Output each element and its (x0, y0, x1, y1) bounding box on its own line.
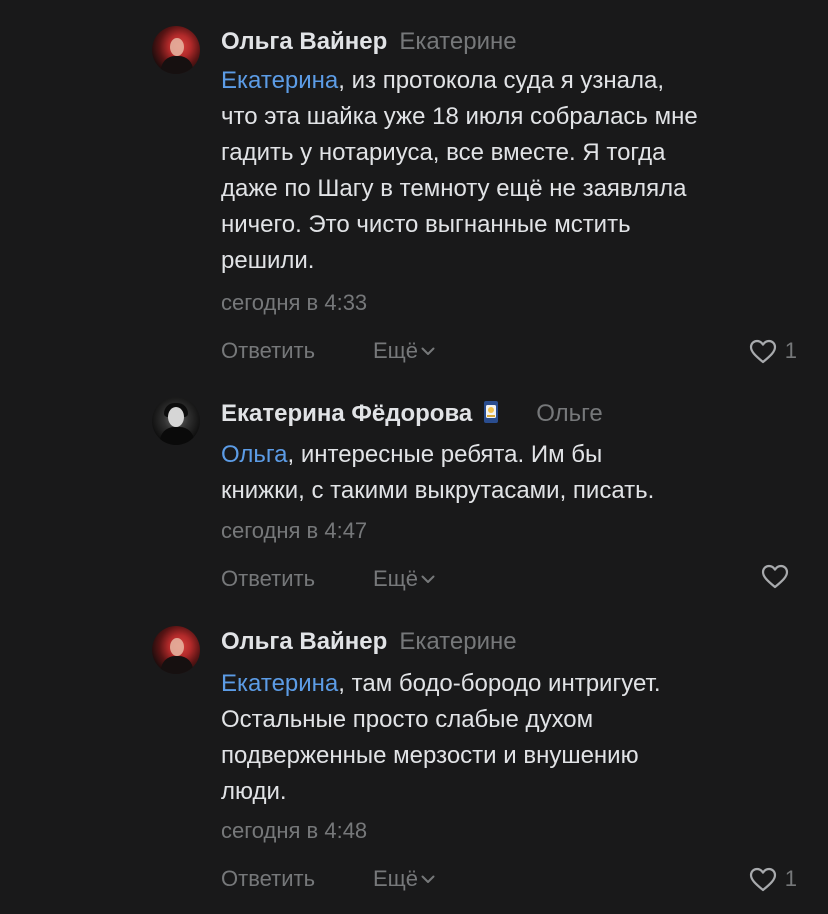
reply-button[interactable]: Ответить (221, 336, 315, 366)
like-button[interactable]: 1 (749, 336, 797, 366)
avatar[interactable] (152, 397, 200, 445)
cup-sticker-icon (484, 401, 499, 423)
like-button[interactable]: 1 (749, 864, 797, 894)
text-line: , интересные ребята. Им бы (287, 441, 603, 468)
more-label: Ещё (373, 866, 419, 891)
avatar[interactable] (152, 626, 200, 674)
comment-header: Ольга Вайнер Екатерине (221, 27, 517, 57)
text-line: гадить у нотариуса, все вместе. Я тогда (221, 139, 666, 166)
comment-header: Екатерина Фёдорова Ольге (221, 399, 603, 429)
comment-header: Ольга Вайнер Екатерине (221, 627, 517, 657)
more-label: Ещё (373, 338, 419, 363)
text-line: люди. (221, 778, 287, 805)
reply-to-name[interactable]: Екатерине (399, 628, 516, 655)
reply-button[interactable]: Ответить (221, 564, 315, 594)
text-line: что эта шайка уже 18 июля собралась мне (221, 103, 698, 130)
heart-icon (749, 867, 776, 891)
like-button[interactable] (761, 564, 797, 589)
text-line: решили. (221, 247, 315, 274)
comment-date: сегодня в 4:33 (221, 290, 368, 315)
reply-button[interactable]: Ответить (221, 864, 315, 894)
text-line: даже по Шагу в темноту ещё не заявляла (221, 175, 687, 202)
mention-link[interactable]: Екатерина (221, 67, 338, 94)
comment-text: Ольга, интересные ребята. Им бы книжки, с… (221, 437, 811, 509)
like-count: 1 (784, 866, 797, 891)
comment-date: сегодня в 4:48 (221, 818, 368, 843)
author-name[interactable]: Ольга Вайнер (221, 628, 387, 655)
reply-to-name[interactable]: Екатерине (399, 28, 516, 55)
more-label: Ещё (373, 566, 419, 591)
mention-link[interactable]: Екатерина (221, 670, 338, 697)
text-line: подверженные мерзости и внушению (221, 742, 639, 769)
like-count: 1 (784, 338, 797, 363)
more-button[interactable]: Ещё (373, 864, 435, 894)
heart-icon (749, 339, 776, 363)
comment-actions: Ответить Ещё 1 (221, 864, 797, 894)
chevron-down-icon (421, 575, 435, 583)
more-button[interactable]: Ещё (373, 564, 435, 594)
text-line: ничего. Это чисто выгнанные мстить (221, 211, 631, 238)
author-name[interactable]: Екатерина Фёдорова (221, 400, 472, 427)
comment-actions: Ответить Ещё (221, 564, 797, 594)
reply-to-name[interactable]: Ольге (536, 400, 602, 427)
comment-date: сегодня в 4:47 (221, 518, 368, 543)
comment-actions: Ответить Ещё 1 (221, 336, 797, 366)
chevron-down-icon (421, 347, 435, 355)
chevron-down-icon (421, 875, 435, 883)
text-line: книжки, с такими выкрутасами, писать. (221, 477, 655, 504)
text-line: Остальные просто слабые духом (221, 706, 594, 733)
heart-icon (761, 564, 789, 589)
mention-link[interactable]: Ольга (221, 441, 287, 468)
author-name[interactable]: Ольга Вайнер (221, 28, 387, 55)
text-line: , там бодо-бородо интригует. (338, 670, 661, 697)
more-button[interactable]: Ещё (373, 336, 435, 366)
avatar[interactable] (152, 26, 200, 74)
text-line: , из протокола суда я узнала, (338, 67, 665, 94)
comment-text: Екатерина, из протокола суда я узнала, чт… (221, 63, 811, 279)
comment-text: Екатерина, там бодо-бородо интригует. Ост… (221, 666, 811, 810)
